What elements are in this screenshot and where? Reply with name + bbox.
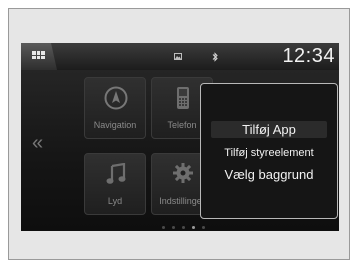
- page-dot: [182, 226, 185, 229]
- menu-item-add-app[interactable]: Tilføj App: [211, 121, 327, 138]
- page-indicator: [162, 226, 205, 229]
- music-note-icon: [106, 163, 126, 184]
- navigation-compass-icon: [104, 86, 128, 110]
- page-dot: [202, 226, 205, 229]
- tile-audio[interactable]: Lyd: [84, 153, 146, 215]
- clock: 12:34: [282, 45, 335, 67]
- page-dot: [162, 226, 165, 229]
- apps-grid-icon: [32, 51, 45, 59]
- phone-icon: [177, 87, 189, 109]
- picture-icon: [174, 53, 182, 60]
- bluetooth-icon: [212, 52, 218, 62]
- infotainment-screen: 12:34 « Navigation Telefon Lyd Indstilli…: [21, 43, 339, 231]
- tile-label: Lyd: [107, 196, 123, 206]
- page-dot: [172, 226, 175, 229]
- menu-item-choose-wallpaper[interactable]: Vælg baggrund: [211, 166, 327, 183]
- tile-label: Navigation: [93, 120, 137, 130]
- menu-tab-button[interactable]: [21, 43, 57, 70]
- gear-icon: [173, 163, 193, 183]
- tile-navigation[interactable]: Navigation: [84, 77, 146, 139]
- menu-item-add-widget[interactable]: Tilføj styreelement: [211, 146, 327, 161]
- double-chevron-left-icon[interactable]: «: [32, 133, 43, 153]
- status-bar: 12:34: [21, 43, 339, 70]
- page-dot-active: [192, 226, 195, 229]
- customize-menu-popup: Tilføj App Tilføj styreelement Vælg bagg…: [200, 83, 338, 219]
